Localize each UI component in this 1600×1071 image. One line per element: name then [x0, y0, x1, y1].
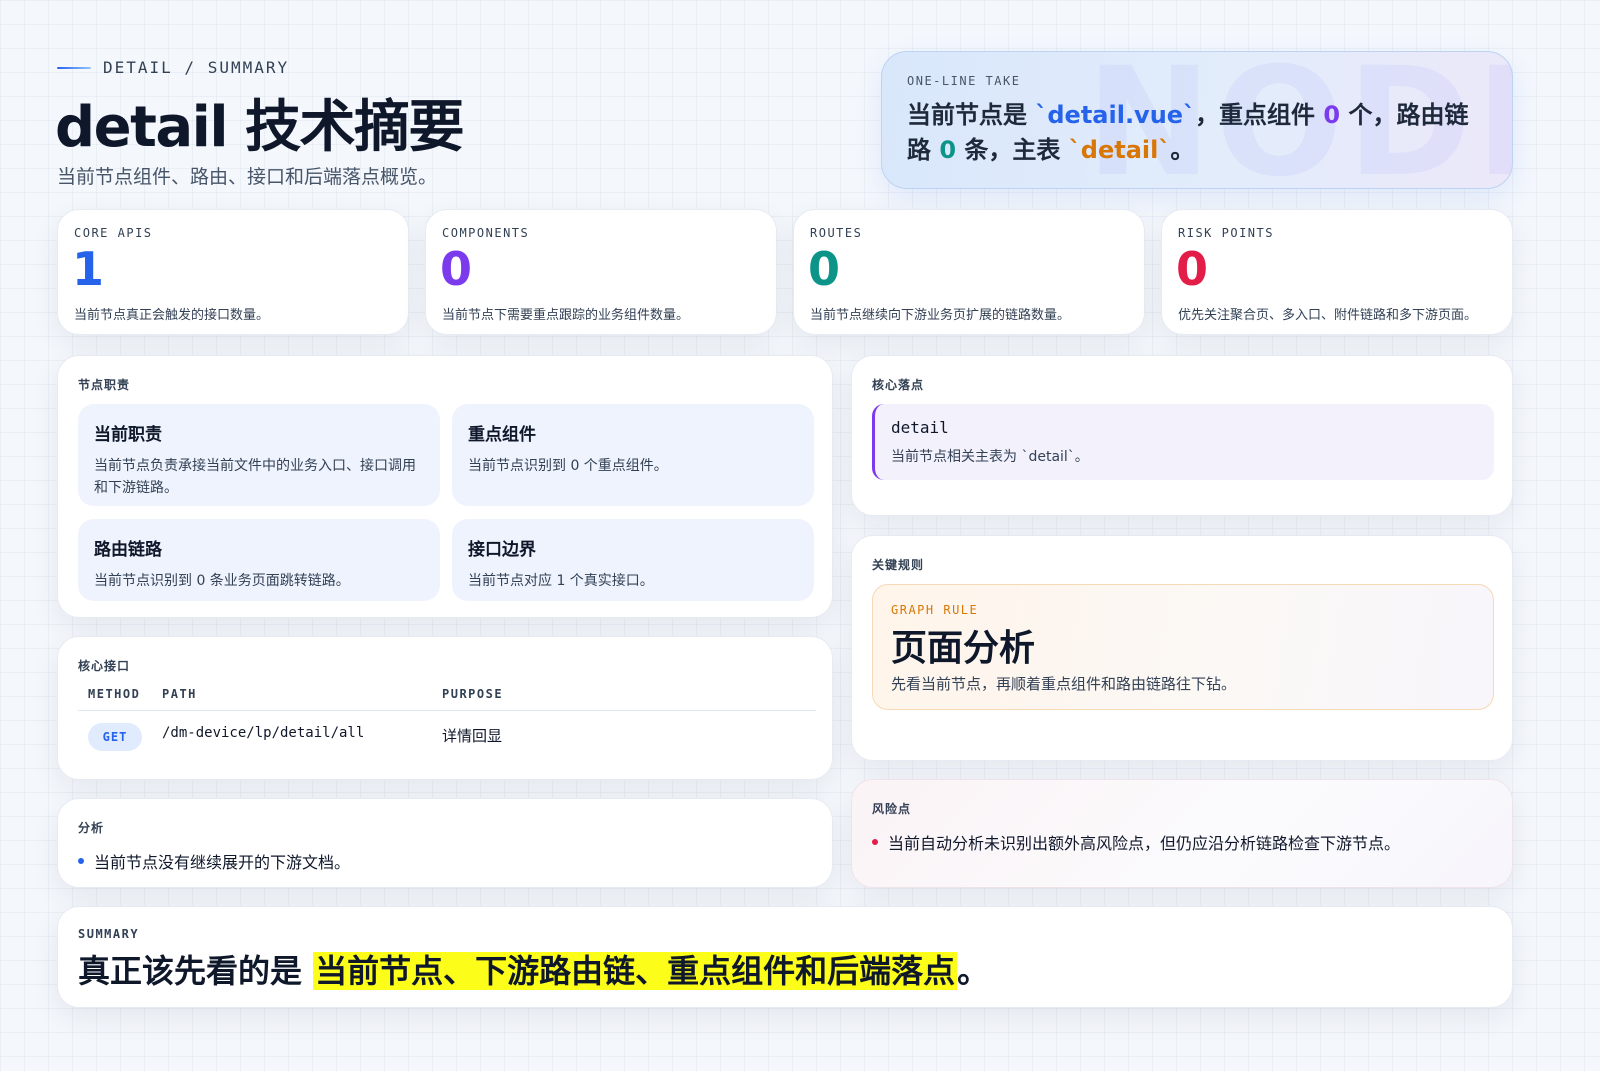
eyebrow: DETAIL / SUMMARY [57, 58, 289, 77]
page-title: detail 技术摘要 [55, 95, 465, 160]
eyebrow-text: DETAIL / SUMMARY [103, 58, 290, 77]
summary-label: SUMMARY [78, 927, 140, 941]
graph-rule-box: GRAPH RULE 页面分析 先看当前节点，再顺着重点组件和路由链路往下钻。 [872, 584, 1494, 710]
analysis-card: 分析 当前节点没有继续展开的下游文档。 [57, 798, 833, 888]
summary-text: 真正该先看的是 当前节点、下游路由链、重点组件和后端落点。 [78, 947, 989, 995]
section-title: 节点职责 [78, 378, 131, 392]
section-title: 核心落点 [872, 378, 925, 392]
stat-label: RISK POINTS [1178, 226, 1274, 240]
stat-desc: 优先关注聚合页、多入口、附件链路和多下游页面。 [1178, 308, 1478, 323]
column-header-purpose: PURPOSE [442, 687, 504, 701]
method-badge: GET [88, 723, 142, 751]
take-file: `detail.vue` [1035, 101, 1196, 129]
stat-label: COMPONENTS [442, 226, 530, 240]
rule-heading: 页面分析 [891, 628, 1036, 669]
risks-card: 风险点 当前自动分析未识别出额外高风险点，但仍应沿分析链路检查下游节点。 [851, 779, 1513, 888]
list-item: 当前自动分析未识别出额外高风险点，但仍应沿分析链路检查下游节点。 [872, 830, 1400, 854]
summary-lead: 真正该先看的是 [78, 952, 314, 990]
rule-label: GRAPH RULE [891, 603, 979, 617]
bullet-dot [872, 839, 878, 845]
section-title: 核心接口 [78, 659, 131, 673]
column-header-method: METHOD [88, 687, 141, 701]
summary-highlight: 当前节点、下游路由链、重点组件和后端落点 [313, 952, 958, 990]
bullet-dot [78, 858, 84, 864]
rule-desc: 先看当前节点，再顺着重点组件和路由链路往下钻。 [891, 675, 1237, 693]
risk-text: 当前自动分析未识别出额外高风险点，但仍应沿分析链路检查下游节点。 [888, 834, 1401, 853]
one-line-take-text: 当前节点是 `detail.vue`，重点组件 0 个，路由链路 0 条，主表 … [907, 98, 1492, 168]
stat-value: 0 [1176, 242, 1209, 296]
api-table: METHOD PATH PURPOSE GET /dm-device/lp/de… [78, 685, 816, 761]
stat-desc: 当前节点下需要重点跟踪的业务组件数量。 [442, 308, 690, 323]
duty-desc: 当前节点负责承接当前文件中的业务入口、接口调用和下游链路。 [94, 458, 416, 496]
landing-table-name: detail [891, 418, 949, 437]
duty-title: 当前职责 [94, 425, 162, 445]
summary-tail: 。 [957, 952, 990, 990]
section-title: 分析 [78, 821, 105, 835]
table-row: GET /dm-device/lp/detail/all 详情回显 [78, 711, 816, 761]
one-line-take-label: ONE-LINE TAKE [907, 74, 1021, 88]
stat-card-routes: ROUTES 0 当前节点继续向下游业务页扩展的链路数量。 [793, 209, 1145, 335]
section-title: 关键规则 [872, 558, 925, 572]
duty-desc: 当前节点识别到 0 个重点组件。 [468, 458, 668, 474]
take-mid1: ，重点组件 [1195, 101, 1324, 129]
landing-desc: 当前节点相关主表为 `detail`。 [891, 449, 1089, 465]
one-line-take-card: NODE ONE-LINE TAKE 当前节点是 `detail.vue`，重点… [881, 51, 1513, 189]
take-prefix: 当前节点是 [907, 101, 1036, 129]
analysis-text: 当前节点没有继续展开的下游文档。 [94, 853, 351, 872]
take-routes: 0 [939, 136, 957, 164]
stat-label: CORE APIS [74, 226, 153, 240]
node-duties-card: 节点职责 当前职责 当前节点负责承接当前文件中的业务入口、接口调用和下游链路。 … [57, 355, 833, 618]
section-title: 风险点 [872, 802, 912, 816]
take-table: `detail` [1068, 136, 1171, 164]
api-purpose: 详情回显 [442, 727, 503, 745]
stat-card-risk-points: RISK POINTS 0 优先关注聚合页、多入口、附件链路和多下游页面。 [1161, 209, 1513, 335]
core-apis-card: 核心接口 METHOD PATH PURPOSE GET /dm-device/… [57, 636, 833, 780]
take-suffix: 。 [1170, 136, 1195, 164]
duty-desc: 当前节点对应 1 个真实接口。 [468, 573, 654, 589]
stat-value: 0 [808, 242, 841, 296]
stat-label: ROUTES [810, 226, 863, 240]
duty-item: 接口边界 当前节点对应 1 个真实接口。 [452, 519, 814, 601]
take-components: 0 [1323, 101, 1341, 129]
duty-title: 接口边界 [468, 540, 536, 560]
duty-item: 当前职责 当前节点负责承接当前文件中的业务入口、接口调用和下游链路。 [78, 404, 440, 506]
api-path: /dm-device/lp/detail/all [162, 725, 365, 741]
duty-title: 重点组件 [468, 425, 536, 445]
stat-value: 0 [440, 242, 473, 296]
page-subtitle: 当前节点组件、路由、接口和后端落点概览。 [57, 166, 438, 188]
duty-item: 路由链路 当前节点识别到 0 条业务页面跳转链路。 [78, 519, 440, 601]
duty-desc: 当前节点识别到 0 条业务页面跳转链路。 [94, 573, 350, 589]
duty-item: 重点组件 当前节点识别到 0 个重点组件。 [452, 404, 814, 506]
summary-card: SUMMARY 真正该先看的是 当前节点、下游路由链、重点组件和后端落点。 [57, 906, 1513, 1008]
column-header-path: PATH [162, 687, 197, 701]
api-table-header: METHOD PATH PURPOSE [78, 685, 816, 711]
duty-title: 路由链路 [94, 540, 162, 560]
core-landing-card: 核心落点 detail 当前节点相关主表为 `detail`。 [851, 355, 1513, 516]
stat-card-components: COMPONENTS 0 当前节点下需要重点跟踪的业务组件数量。 [425, 209, 777, 335]
stat-value: 1 [72, 242, 105, 296]
list-item: 当前节点没有继续展开的下游文档。 [78, 849, 350, 873]
key-rules-card: 关键规则 GRAPH RULE 页面分析 先看当前节点，再顺着重点组件和路由链路… [851, 535, 1513, 761]
stat-desc: 当前节点真正会触发的接口数量。 [74, 308, 270, 323]
landing-item: detail 当前节点相关主表为 `detail`。 [872, 404, 1494, 480]
take-mid3: 条，主表 [956, 136, 1069, 164]
stat-card-core-apis: CORE APIS 1 当前节点真正会触发的接口数量。 [57, 209, 409, 335]
stat-desc: 当前节点继续向下游业务页扩展的链路数量。 [810, 308, 1071, 323]
eyebrow-line [57, 66, 91, 69]
